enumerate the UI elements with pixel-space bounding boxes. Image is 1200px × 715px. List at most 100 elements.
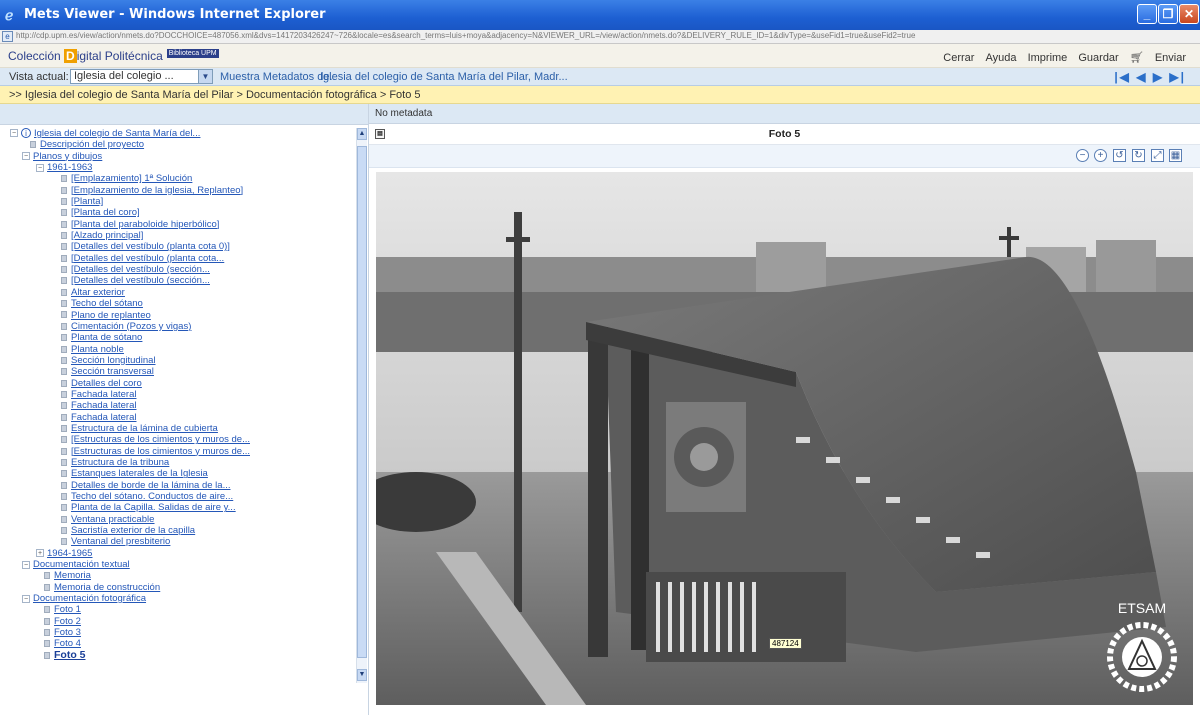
- tree-item-label[interactable]: Altar exterior: [71, 287, 125, 298]
- rotate-left-icon[interactable]: ↺: [1113, 149, 1126, 162]
- tree-item[interactable]: Detalles del coro: [0, 378, 355, 389]
- actual-size-icon[interactable]: ▦: [1169, 149, 1182, 162]
- tree-item[interactable]: [Planta del paraboloide hiperbólico]: [0, 219, 355, 230]
- tree-item[interactable]: Techo del sótano: [0, 298, 355, 309]
- tree-item[interactable]: − Planos y dibujos: [0, 151, 355, 162]
- tree-item[interactable]: Descripción del proyecto: [0, 139, 355, 150]
- tree-item[interactable]: [Detalles del vestíbulo (planta cota...: [0, 253, 355, 264]
- tree-item-label[interactable]: [Planta del paraboloide hiperbólico]: [71, 219, 219, 230]
- minimize-button[interactable]: _: [1137, 4, 1157, 24]
- tree-item-label[interactable]: Planta de la Capilla. Salidas de aire y.…: [71, 502, 236, 513]
- tree-item-label[interactable]: [Estructuras de los cimientos y muros de…: [71, 446, 250, 457]
- menu-cerrar[interactable]: Cerrar: [943, 52, 974, 64]
- tree-item[interactable]: [Detalles del vestíbulo (planta cota 0)]: [0, 241, 355, 252]
- tree-item[interactable]: [Emplazamiento] 1ª Solución: [0, 173, 355, 184]
- tree-item[interactable]: Foto 2: [0, 616, 355, 627]
- tree-item-label[interactable]: Fachada lateral: [71, 400, 136, 411]
- tree-item[interactable]: [Alzado principal]: [0, 230, 355, 241]
- tree-item-label[interactable]: Documentación textual: [33, 559, 130, 570]
- tree-item[interactable]: Foto 1: [0, 604, 355, 615]
- tree-item-label[interactable]: Fachada lateral: [71, 412, 136, 423]
- tree-item-label[interactable]: Sección transversal: [71, 366, 154, 377]
- zoom-out-icon[interactable]: −: [1076, 149, 1089, 162]
- tree-item[interactable]: Fachada lateral: [0, 389, 355, 400]
- tree-item-label[interactable]: [Planta]: [71, 196, 103, 207]
- tree-item[interactable]: Estructura de la lámina de cubierta: [0, 423, 355, 434]
- tree-item[interactable]: Planta noble: [0, 344, 355, 355]
- scroll-up-icon[interactable]: ▲: [357, 128, 367, 140]
- tree-item[interactable]: [Emplazamiento de la iglesia, Replanteo]: [0, 185, 355, 196]
- tree-item[interactable]: Altar exterior: [0, 287, 355, 298]
- menu-imprime[interactable]: Imprime: [1028, 52, 1068, 64]
- menu-ayuda[interactable]: Ayuda: [986, 52, 1017, 64]
- collapse-icon[interactable]: −: [10, 129, 18, 138]
- next-page-icon[interactable]: ▶: [1153, 70, 1164, 84]
- tree-item[interactable]: [Planta]: [0, 196, 355, 207]
- tree-item-label[interactable]: Descripción del proyecto: [40, 139, 144, 150]
- collapse-icon[interactable]: −: [22, 594, 30, 603]
- tree-item[interactable]: [Estructuras de los cimientos y muros de…: [0, 446, 355, 457]
- photo-image[interactable]: 487124 ETSAM: [376, 172, 1193, 705]
- menu-guardar[interactable]: Guardar: [1078, 52, 1118, 64]
- collapse-icon[interactable]: −: [22, 560, 30, 569]
- tree-item-label[interactable]: Foto 3: [54, 627, 81, 638]
- tree-item-label[interactable]: [Emplazamiento] 1ª Solución: [71, 173, 192, 184]
- tree-item[interactable]: −1961-1963: [0, 162, 355, 173]
- tree-item-label[interactable]: 1964-1965: [47, 548, 92, 559]
- tree-item-label[interactable]: Techo del sótano. Conductos de aire...: [71, 491, 233, 502]
- tree-item-label[interactable]: [Detalles del vestíbulo (planta cota 0)]: [71, 241, 230, 252]
- tree-item[interactable]: Cimentación (Pozos y vigas): [0, 321, 355, 332]
- tree-item-label[interactable]: [Planta del coro]: [71, 207, 140, 218]
- site-logo[interactable]: Colección Digital Politécnica Biblioteca …: [8, 49, 219, 63]
- scroll-down-icon[interactable]: ▼: [357, 669, 367, 681]
- address-url[interactable]: http://cdp.upm.es/view/action/nmets.do?D…: [16, 31, 1196, 40]
- rotate-right-icon[interactable]: ↻: [1132, 149, 1145, 162]
- tree-item-label[interactable]: Fachada lateral: [71, 389, 136, 400]
- close-button[interactable]: ✕: [1179, 4, 1199, 24]
- tree-item[interactable]: Detalles de borde de la lámina de la...: [0, 480, 355, 491]
- current-view-select[interactable]: Iglesia del colegio ... ▼: [70, 69, 213, 84]
- tree-item[interactable]: [Detalles del vestíbulo (sección...: [0, 275, 355, 286]
- tree-item[interactable]: Sección longitudinal: [0, 355, 355, 366]
- tree-item[interactable]: Ventanal del presbiterio: [0, 536, 355, 547]
- tree-item-label[interactable]: Foto 5: [54, 649, 86, 661]
- tree-item-label[interactable]: [Emplazamiento de la iglesia, Replanteo]: [71, 185, 243, 196]
- collapse-icon[interactable]: −: [22, 152, 30, 161]
- tree-item[interactable]: [Detalles del vestíbulo (sección...: [0, 264, 355, 275]
- tree-item[interactable]: − i Iglesia del colegio de Santa María del…: [0, 128, 355, 139]
- tree-item[interactable]: [Estructuras de los cimientos y muros de…: [0, 434, 355, 445]
- last-page-icon[interactable]: ▶|: [1169, 70, 1186, 84]
- tree-item[interactable]: Memoria de construcción: [0, 582, 355, 593]
- info-icon[interactable]: i: [21, 128, 31, 138]
- tree-item-label[interactable]: Detalles de borde de la lámina de la...: [71, 480, 231, 491]
- tree-item[interactable]: Sección transversal: [0, 366, 355, 377]
- tree-item[interactable]: Plano de replanteo: [0, 310, 355, 321]
- address-bar[interactable]: e http://cdp.upm.es/view/action/nmets.do…: [0, 30, 1200, 44]
- maximize-button[interactable]: ❐: [1158, 4, 1178, 24]
- tree-item-label[interactable]: Sacristía exterior de la capilla: [71, 525, 195, 536]
- chevron-down-icon[interactable]: ▼: [198, 70, 212, 83]
- tree-item[interactable]: +1964-1965: [0, 548, 355, 559]
- tree-item-label[interactable]: [Detalles del vestíbulo (planta cota...: [71, 253, 224, 264]
- tree-item-label[interactable]: Foto 1: [54, 604, 81, 615]
- menu-enviar[interactable]: Enviar: [1155, 52, 1186, 64]
- tree-item-label[interactable]: Planos y dibujos: [33, 151, 102, 162]
- previous-page-icon[interactable]: ◀: [1136, 70, 1147, 84]
- tree-item-label[interactable]: 1961-1963: [47, 162, 92, 173]
- tree-item-label[interactable]: Planta de sótano: [71, 332, 142, 343]
- tree-item-label[interactable]: Ventanal del presbiterio: [71, 536, 170, 547]
- tree-item[interactable]: [Planta del coro]: [0, 207, 355, 218]
- tree-item-label[interactable]: Ventana practicable: [71, 514, 154, 525]
- tree-item-label[interactable]: Estanques laterales de la Iglesia: [71, 468, 208, 479]
- tree-item[interactable]: Planta de sótano: [0, 332, 355, 343]
- tree-item-label[interactable]: Foto 4: [54, 638, 81, 649]
- metadata-label[interactable]: Muestra Metadatos de.:: [220, 71, 336, 83]
- fit-to-window-icon[interactable]: ⤢: [1151, 149, 1164, 162]
- tree-item[interactable]: Memoria: [0, 570, 355, 581]
- collapse-icon[interactable]: −: [36, 163, 44, 172]
- tree-item[interactable]: Foto 5: [0, 649, 355, 661]
- tree-item-label[interactable]: Cimentación (Pozos y vigas): [71, 321, 191, 332]
- tree-item[interactable]: Estanques laterales de la Iglesia: [0, 468, 355, 479]
- scroll-thumb[interactable]: [357, 146, 367, 658]
- tree-item-label[interactable]: Memoria de construcción: [54, 582, 160, 593]
